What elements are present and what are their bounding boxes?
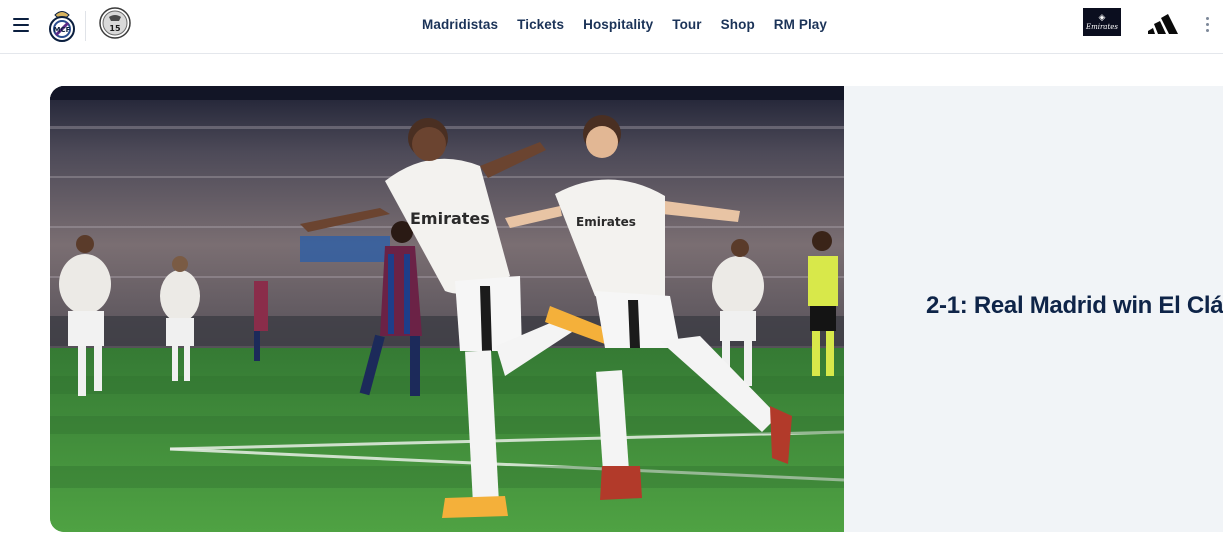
kebab-menu-icon[interactable] [1201, 14, 1213, 36]
hero-headline[interactable]: 2-1: Real Madrid win El Clásico [926, 292, 1223, 320]
svg-text:MCF: MCF [54, 26, 71, 34]
nav-hospitality[interactable]: Hospitality [583, 16, 653, 36]
hero-text-panel: 2-1: Real Madrid win El Clásico [844, 86, 1223, 532]
hero-image-drawing: Emirates Emirates [50, 86, 844, 532]
nav-madridistas[interactable]: Madridistas [422, 16, 498, 36]
fifteen-badge-icon[interactable]: 15 [99, 7, 131, 39]
header-divider [85, 11, 86, 41]
adidas-logo[interactable] [1147, 13, 1187, 35]
jersey-text-left: Emirates [410, 209, 490, 228]
hero-image[interactable]: Emirates Emirates [50, 86, 844, 532]
main-nav: Madridistas Tickets Hospitality Tour Sho… [422, 16, 846, 36]
real-madrid-crest-icon[interactable]: MCF [47, 7, 77, 43]
nav-rm-play[interactable]: RM Play [774, 16, 827, 36]
jersey-text-right: Emirates [576, 215, 636, 229]
site-header: MCF 15 Madridistas Tickets Hospitality T… [0, 0, 1223, 54]
emirates-logo-text: Emirates [1085, 22, 1119, 31]
nav-shop[interactable]: Shop [721, 16, 755, 36]
emirates-logo-mark: ◈ [1098, 12, 1106, 23]
badge-number: 15 [109, 24, 121, 33]
nav-tour[interactable]: Tour [672, 16, 701, 36]
nav-tickets[interactable]: Tickets [517, 16, 564, 36]
hamburger-menu-icon[interactable] [11, 15, 31, 35]
hero-news-card[interactable]: Emirates Emirates 2-1: Real Madrid win E… [50, 86, 1223, 532]
emirates-logo[interactable]: ◈ Emirates [1083, 8, 1121, 36]
